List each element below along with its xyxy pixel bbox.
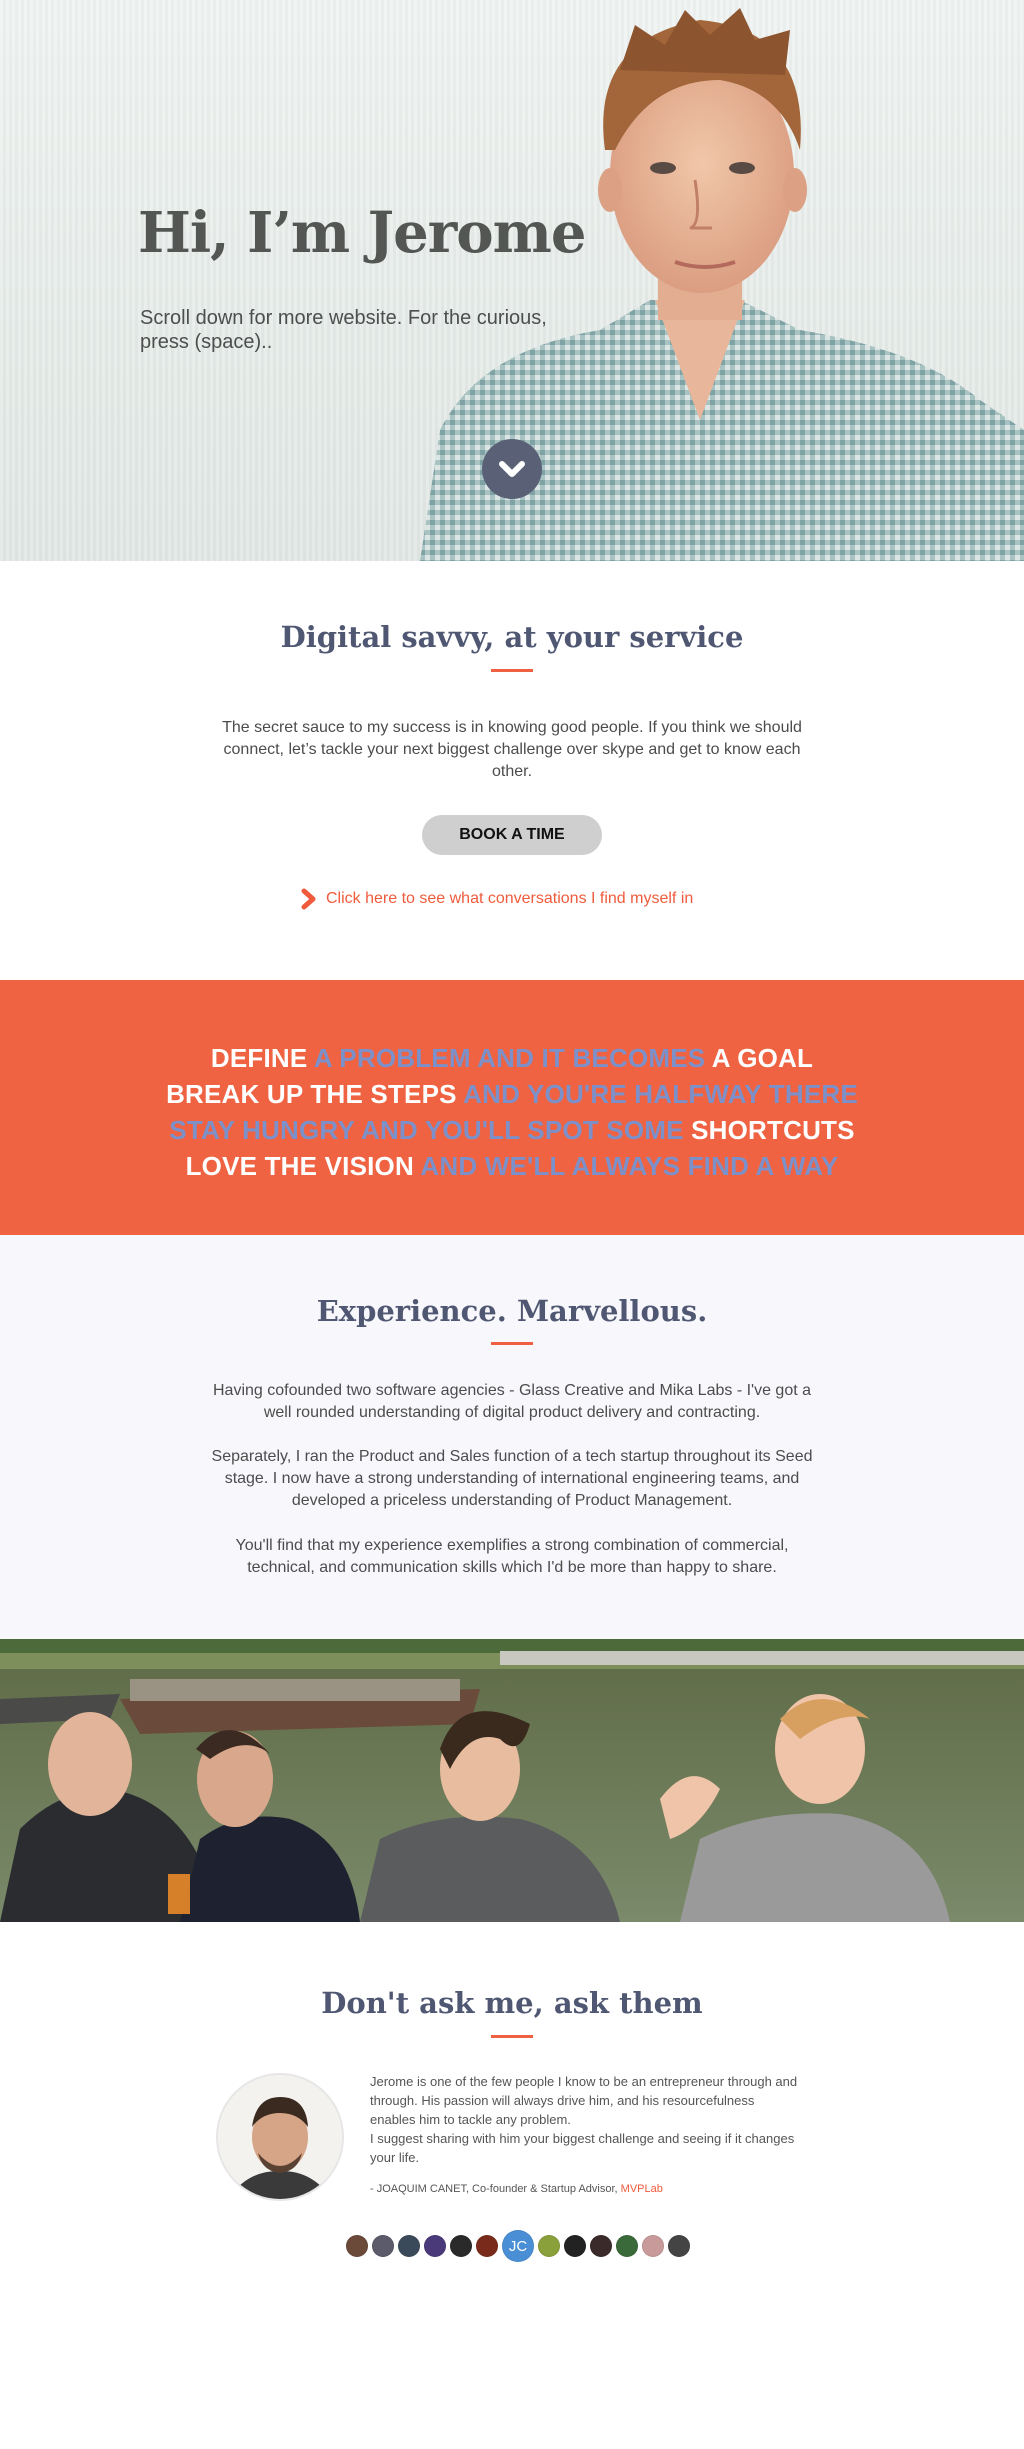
testimonial-avatar-dot[interactable] [476, 2235, 498, 2257]
testimonial-avatar-dot[interactable] [616, 2235, 638, 2257]
experience-paragraph-3: You'll find that my experience exemplifi… [235, 1537, 789, 1576]
testimonial-avatar-dot[interactable] [668, 2235, 690, 2257]
testimonial-avatar-dot[interactable] [564, 2235, 586, 2257]
testimonial-avatar-dot[interactable] [372, 2235, 394, 2257]
testimonial-avatar-dot[interactable] [590, 2235, 612, 2257]
testimonial-quote-1: Jerome is one of the few people I know t… [370, 2074, 798, 2127]
motto-line: BREAK UP THE STEPS AND YOU'RE HALFWAY TH… [0, 1076, 1024, 1112]
motto-segment: DEFINE [210, 1043, 314, 1073]
testimonial-avatar-dot[interactable] [538, 2235, 560, 2257]
scroll-down-button[interactable] [482, 439, 542, 499]
service-title: Digital savvy, at your service [280, 620, 744, 654]
testimonial-avatar-dot[interactable] [450, 2235, 472, 2257]
testimonial-selector: JC [346, 2230, 690, 2262]
testimonial-avatar-dot[interactable] [346, 2235, 368, 2257]
motto-text: DEFINE A PROBLEM AND IT BECOMES A GOAL BR… [0, 1040, 1024, 1184]
experience-paragraph-2: Separately, I ran the Product and Sales … [211, 1448, 813, 1509]
team-photo [0, 1639, 1024, 1922]
hero-title: Hi, I’m Jerome [138, 200, 586, 266]
experience-title: Experience. Marvellous. [316, 1294, 708, 1328]
conversations-link[interactable]: Click here to see what conversations I f… [300, 884, 693, 914]
testimonials-title: Don't ask me, ask them [321, 1986, 703, 2020]
experience-paragraph-1: Having cofounded two software agencies -… [212, 1382, 812, 1421]
hero-section: Hi, I’m Jerome Scroll down for more webs… [0, 0, 1024, 561]
testimonial-avatar-dot[interactable] [398, 2235, 420, 2257]
motto-segment: A PROBLEM AND IT BECOMES [313, 1043, 712, 1073]
testimonial-quote-2: I suggest sharing with him your biggest … [370, 2131, 795, 2165]
service-title-rule [491, 669, 533, 672]
motto-segment: LOVE THE VISION [185, 1151, 421, 1181]
testimonial-avatar [216, 2073, 344, 2201]
book-a-time-button[interactable]: BOOK A TIME [422, 815, 602, 855]
testimonial-author-org: MVPLab [620, 2183, 663, 2195]
testimonial-avatar-dot[interactable] [642, 2235, 664, 2257]
testimonials-title-rule [491, 2035, 533, 2038]
testimonial-avatar-selected[interactable]: JC [502, 2230, 534, 2262]
motto-line: DEFINE A PROBLEM AND IT BECOMES A GOAL [0, 1040, 1024, 1076]
motto-line: STAY HUNGRY AND YOU'LL SPOT SOME SHORTCU… [0, 1112, 1024, 1148]
motto-segment: SHORTCUTS [691, 1115, 855, 1145]
hero-subtitle: Scroll down for more website. For the cu… [140, 307, 547, 353]
motto-segment: BREAK UP THE STEPS [166, 1079, 464, 1109]
conversations-link-label: Click here to see what conversations I f… [326, 890, 694, 907]
testimonial-avatar-image [218, 2075, 342, 2199]
experience-title-rule [491, 1342, 533, 1345]
motto-segment: AND YOU'RE HALFWAY THERE [463, 1079, 858, 1109]
motto-line: LOVE THE VISION AND WE'LL ALWAYS FIND A … [0, 1148, 1024, 1184]
testimonial-author: - JOAQUIM CANET, Co-founder & Startup Ad… [370, 2183, 663, 2195]
testimonial-avatar-dot[interactable] [424, 2235, 446, 2257]
chevron-right-icon [301, 888, 316, 910]
service-body: The secret sauce to my success is in kno… [222, 719, 802, 780]
chevron-down-icon [499, 461, 525, 477]
motto-segment: A GOAL [711, 1043, 814, 1073]
motto-segment: STAY HUNGRY AND YOU'LL SPOT SOME [169, 1115, 692, 1145]
motto-segment: AND WE'LL ALWAYS FIND A WAY [420, 1151, 839, 1181]
testimonial-quote: Jerome is one of the few people I know t… [370, 2072, 800, 2167]
testimonial-author-name: - JOAQUIM CANET, Co-founder & Startup Ad… [370, 2183, 621, 2195]
